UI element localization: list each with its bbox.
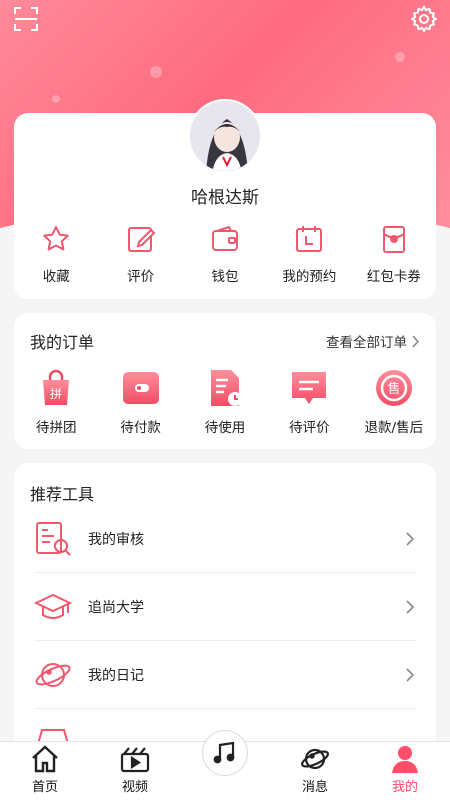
order-refund[interactable]: 售 退款/售后 <box>352 368 436 436</box>
quick-action-appointments[interactable]: 我的预约 <box>267 223 351 285</box>
nav-me[interactable]: 我的 <box>360 742 450 800</box>
order-pending-group[interactable]: 拼 待拼团 <box>14 368 98 436</box>
gear-icon[interactable] <box>410 5 438 33</box>
quick-action-favorites[interactable]: 收藏 <box>14 223 98 285</box>
order-label: 退款/售后 <box>364 420 424 436</box>
quick-action-label: 收藏 <box>42 269 70 285</box>
calendar-icon <box>296 226 323 252</box>
order-label: 待付款 <box>120 420 161 436</box>
quick-action-label: 钱包 <box>211 269 239 285</box>
quick-action-wallet[interactable]: 钱包 <box>183 223 267 285</box>
nav-label: 消息 <box>301 780 328 795</box>
decor-dot <box>395 52 405 62</box>
quick-actions: 收藏 评价 钱包 我的预约 红包卡券 <box>14 223 436 285</box>
tool-label: 追尚大学 <box>88 599 144 616</box>
order-label: 待评价 <box>289 420 330 436</box>
tool-label: 我的审核 <box>88 531 144 548</box>
home-icon <box>32 745 58 773</box>
wallet-icon <box>212 225 239 251</box>
video-icon <box>120 747 150 773</box>
see-all-label: 查看全部订单 <box>326 335 407 351</box>
tool-row-university[interactable]: 追尚大学 <box>34 573 416 641</box>
order-label: 待拼团 <box>35 420 77 436</box>
tool-label: 我的日记 <box>88 667 144 684</box>
quick-action-coupons[interactable]: 红包卡券 <box>352 223 436 285</box>
nav-label: 视频 <box>121 780 148 795</box>
chevron-right-icon <box>406 667 415 682</box>
quick-action-label: 评价 <box>127 269 155 285</box>
planet-icon <box>301 748 329 770</box>
quick-action-label: 红包卡券 <box>366 269 421 285</box>
tools-card: 推荐工具 我的审核 追尚大学 我的日记 <box>14 463 436 763</box>
review-icon <box>292 372 327 404</box>
music-note-icon <box>213 741 235 764</box>
nav-label: 我的 <box>391 780 418 795</box>
planet-icon <box>35 662 71 687</box>
scan-icon[interactable] <box>12 5 40 33</box>
chevron-right-icon <box>406 531 415 546</box>
orders-title: 我的订单 <box>30 333 95 352</box>
center-music-button[interactable] <box>202 730 248 776</box>
nav-label: 首页 <box>31 780 58 795</box>
orders-card: 我的订单 查看全部订单 拼 待拼团 待付款 待使用 待评价 售 退款/售后 <box>14 313 436 449</box>
nav-home[interactable]: 首页 <box>0 742 90 800</box>
star-icon <box>43 226 70 251</box>
order-pending-payment[interactable]: 待付款 <box>98 368 182 436</box>
group-buy-icon: 拼 <box>43 369 70 405</box>
payment-icon <box>122 372 159 404</box>
order-label: 待使用 <box>204 420 246 436</box>
tool-row-audit[interactable]: 我的审核 <box>34 505 416 573</box>
username: 哈根达斯 <box>191 188 259 208</box>
see-all-orders-link[interactable]: 查看全部订单 <box>326 331 420 351</box>
chevron-right-icon <box>412 334 420 348</box>
nav-video[interactable]: 视频 <box>90 742 180 800</box>
group-buy-badge: 拼 <box>50 387 62 401</box>
graduation-cap-icon <box>34 593 72 619</box>
quick-action-review[interactable]: 评价 <box>98 223 182 285</box>
refund-badge: 售 <box>387 381 400 397</box>
edit-icon <box>127 227 156 252</box>
red-packet-icon <box>382 226 405 253</box>
nav-messages[interactable]: 消息 <box>270 742 360 800</box>
audit-icon <box>36 521 71 556</box>
person-icon <box>392 746 418 773</box>
quick-action-label: 我的预约 <box>282 269 337 285</box>
order-status-row: 拼 待拼团 待付款 待使用 待评价 售 退款/售后 <box>14 368 436 436</box>
tool-row-diary[interactable]: 我的日记 <box>34 641 416 709</box>
chevron-right-icon <box>406 599 415 614</box>
profile-card: 哈根达斯 收藏 评价 钱包 我的预约 红包卡券 <box>14 99 436 299</box>
to-use-icon <box>211 370 243 406</box>
decor-dot <box>52 95 60 103</box>
tools-title: 推荐工具 <box>30 485 95 504</box>
order-to-use[interactable]: 待使用 <box>183 368 267 436</box>
refund-icon: 售 <box>375 370 412 406</box>
avatar[interactable] <box>188 99 262 173</box>
decor-dot <box>150 66 162 78</box>
order-to-review[interactable]: 待评价 <box>267 368 351 436</box>
